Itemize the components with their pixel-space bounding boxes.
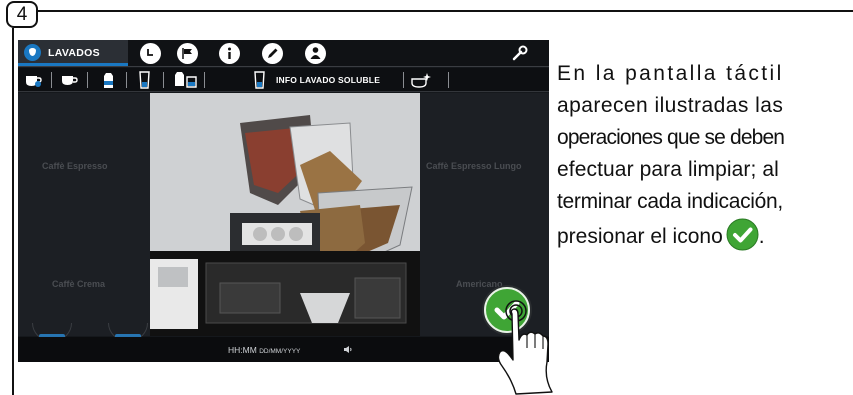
tab-lavados[interactable]: LAVADOS <box>18 40 128 66</box>
instruction-line: aparecen ilustradas las <box>557 94 784 117</box>
instruction-line-last: presionar el icono. <box>557 218 847 253</box>
glass-icon[interactable] <box>250 71 270 89</box>
tab-lavados-label: LAVADOS <box>48 47 100 59</box>
status-bar: HH:MM DD/MM/YYYY <box>18 337 549 362</box>
separator <box>126 72 127 88</box>
cup-sparkle-icon[interactable] <box>410 71 434 89</box>
separator <box>403 72 404 88</box>
page-frame-top <box>16 10 853 12</box>
time-text: HH:MM <box>228 345 257 355</box>
checkmark-icon <box>726 218 759 251</box>
glass-icon[interactable] <box>135 71 155 89</box>
separator <box>51 72 52 88</box>
info-lavado-soluble-label[interactable]: INFO LAVADO SOLUBLE <box>276 75 380 85</box>
menu-item-label: Caffè Espresso Lungo <box>426 161 522 171</box>
clock-icon[interactable] <box>140 43 161 64</box>
top-menu-bar: LAVADOS <box>18 40 549 67</box>
instruction-line: presionar el icono <box>557 225 723 248</box>
clock-readout: HH:MM DD/MM/YYYY <box>228 345 300 355</box>
separator <box>87 72 88 88</box>
instruction-period: . <box>758 225 765 248</box>
step-number-badge: 4 <box>6 1 38 28</box>
page-frame-left <box>12 28 14 395</box>
instruction-line: operaciones que se deben <box>557 126 785 149</box>
machine-cleaning-illustration <box>150 93 420 336</box>
instruction-line: terminar cada indicación, <box>557 190 783 213</box>
flag-icon[interactable] <box>177 43 198 64</box>
instruction-line: efectuar para limpiar; al <box>557 158 779 181</box>
menu-item-label: Caffè Crema <box>52 279 106 289</box>
milk-pour-icon[interactable] <box>172 71 198 89</box>
cleaning-submenu-bar: INFO LAVADO SOLUBLE <box>18 68 549 92</box>
menu-item-label: Americano <box>456 279 503 289</box>
machine-touchscreen: LAVADOS INFO LAVADO SOLUBLE Caffè Espres… <box>18 40 549 362</box>
background-menu-left: Caffè Espresso Caffè Crema <box>18 93 150 341</box>
separator <box>448 72 449 88</box>
pencil-icon[interactable] <box>262 43 283 64</box>
cup-icon[interactable] <box>59 71 79 89</box>
water-drop-icon <box>24 44 41 61</box>
hand-pointer-icon <box>497 300 553 395</box>
instruction-text: En la pantalla táctil aparecen ilustrada… <box>557 58 847 253</box>
active-tab-indicator <box>18 63 128 66</box>
separator <box>204 72 205 88</box>
info-icon[interactable] <box>219 43 240 64</box>
wrench-icon[interactable] <box>510 44 530 62</box>
milk-carton-icon[interactable] <box>98 71 118 89</box>
cup-refresh-icon[interactable] <box>24 71 44 89</box>
person-icon[interactable] <box>305 43 326 64</box>
date-text: DD/MM/YYYY <box>259 348 301 355</box>
separator <box>163 72 164 88</box>
speaker-icon[interactable] <box>343 345 353 354</box>
menu-item-label: Caffè Espresso <box>42 161 108 171</box>
instruction-line: En la pantalla táctil <box>557 62 784 85</box>
